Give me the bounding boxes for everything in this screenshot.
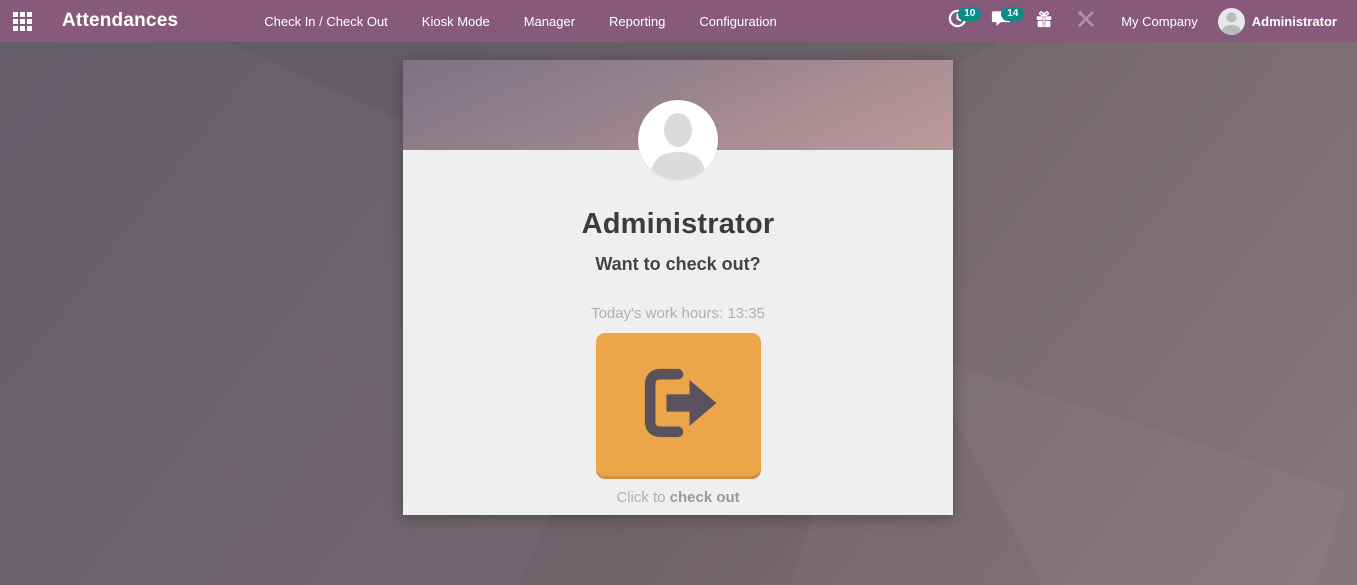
activities-badge: 10 [958,7,981,21]
work-hours-text: Today's work hours: 13:35 [591,305,765,322]
employee-avatar [638,100,718,180]
menu-reporting[interactable]: Reporting [592,0,682,42]
company-switcher[interactable]: My Company [1107,0,1212,42]
employee-name: Administrator [582,208,775,241]
click-hint-action: check out [670,489,740,506]
top-navbar: Attendances Check In / Check Out Kiosk M… [0,0,1357,42]
activities-button[interactable]: 10 [936,0,979,42]
crossed-tools-icon [1077,10,1095,33]
click-hint: Click to check out [616,489,739,506]
user-avatar [1218,8,1245,35]
systray: 10 14 [936,0,1357,42]
menu-manager[interactable]: Manager [507,0,592,42]
messages-button[interactable]: 14 [979,0,1023,42]
gift-button[interactable] [1023,0,1065,42]
apps-menu-button[interactable] [0,0,44,42]
attendance-card: Administrator Want to check out? Today's… [403,60,953,515]
messages-badge: 14 [1001,7,1024,21]
main-menu: Check In / Check Out Kiosk Mode Manager … [247,0,794,42]
gift-icon [1035,10,1053,33]
menu-configuration[interactable]: Configuration [682,0,793,42]
user-menu[interactable]: Administrator [1212,0,1343,42]
click-hint-prefix: Click to [616,489,669,506]
app-title: Attendances [62,10,178,32]
sign-out-icon [630,355,726,454]
menu-check-in-out[interactable]: Check In / Check Out [247,0,405,42]
debug-tools-button[interactable] [1065,0,1107,42]
user-menu-label: Administrator [1252,14,1337,29]
apps-grid-icon [13,12,32,31]
menu-kiosk-mode[interactable]: Kiosk Mode [405,0,507,42]
check-out-button[interactable] [596,333,761,476]
check-out-question: Want to check out? [595,254,760,275]
